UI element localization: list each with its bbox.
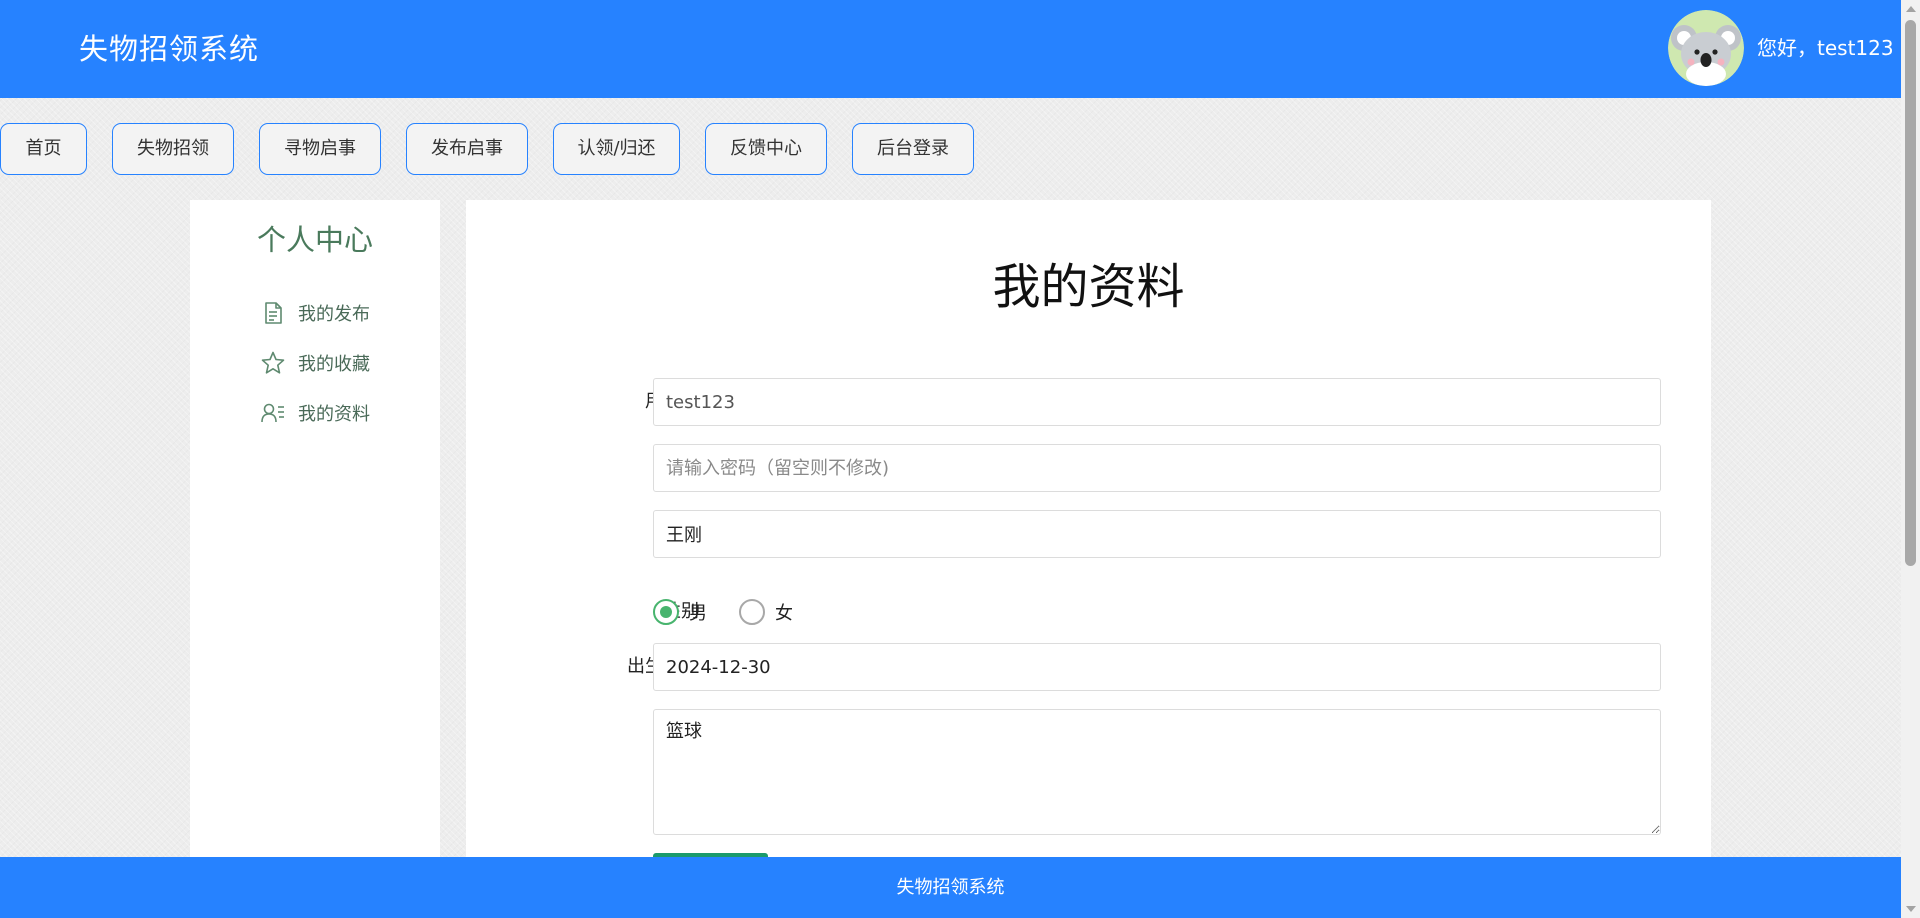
- nav-claim-return[interactable]: 认领/归还: [553, 123, 680, 175]
- name-input[interactable]: [653, 510, 1661, 558]
- user-greeting: 您好，test123: [1757, 36, 1894, 60]
- site-title: 失物招领系统: [79, 32, 260, 66]
- top-header: 失物招领系统 您好，test123: [0, 0, 1901, 98]
- sidebar-item-my-favorites[interactable]: 我的收藏: [260, 347, 370, 379]
- sidebar-item-my-posts[interactable]: 我的发布: [260, 297, 370, 329]
- sidebar-item-label: 我的发布: [298, 304, 370, 325]
- sidebar-item-label: 我的收藏: [298, 354, 370, 375]
- page-title: 我的资料: [992, 259, 1185, 315]
- star-icon: [261, 351, 285, 374]
- personal-center-sidebar: 个人中心 我的发布 我的收藏 我的资料: [190, 200, 440, 860]
- nav-home[interactable]: 首页: [0, 123, 87, 175]
- scroll-up-icon[interactable]: [1906, 6, 1916, 12]
- nav-admin-login[interactable]: 后台登录: [852, 123, 974, 175]
- username-input[interactable]: [653, 378, 1661, 426]
- sidebar-item-label: 我的资料: [298, 404, 370, 425]
- radio-unchecked-icon[interactable]: [739, 599, 765, 625]
- user-card-icon: [261, 403, 284, 423]
- password-input[interactable]: [653, 444, 1661, 492]
- gender-radio-group: 男 女: [653, 588, 825, 636]
- gender-male-label: 男: [689, 603, 707, 624]
- nav-publish-notice[interactable]: 发布启事: [406, 123, 528, 175]
- nav-lost-found[interactable]: 失物招领: [112, 123, 234, 175]
- document-icon: [265, 302, 282, 324]
- gender-male-radio[interactable]: 男: [653, 599, 707, 625]
- radio-checked-icon[interactable]: [653, 599, 679, 625]
- page-scrollbar[interactable]: [1901, 0, 1920, 918]
- nav-feedback[interactable]: 反馈中心: [705, 123, 827, 175]
- nav-search-notice[interactable]: 寻物启事: [259, 123, 381, 175]
- sidebar-title: 个人中心: [256, 223, 373, 257]
- hobby-textarea[interactable]: 篮球: [653, 709, 1661, 835]
- gender-female-radio[interactable]: 女: [739, 599, 793, 625]
- koala-avatar-icon[interactable]: [1668, 10, 1744, 86]
- sidebar-item-my-profile[interactable]: 我的资料: [260, 397, 370, 429]
- scrollbar-thumb[interactable]: [1905, 20, 1916, 566]
- birthdate-input[interactable]: [653, 643, 1661, 691]
- gender-female-label: 女: [775, 603, 793, 624]
- page-footer: 失物招领系统: [0, 857, 1901, 918]
- scroll-down-icon[interactable]: [1906, 906, 1916, 912]
- profile-panel: 我的资料 用户名 密码 姓名 性别 男 女 出生日期 爱好 篮球: [466, 200, 1711, 893]
